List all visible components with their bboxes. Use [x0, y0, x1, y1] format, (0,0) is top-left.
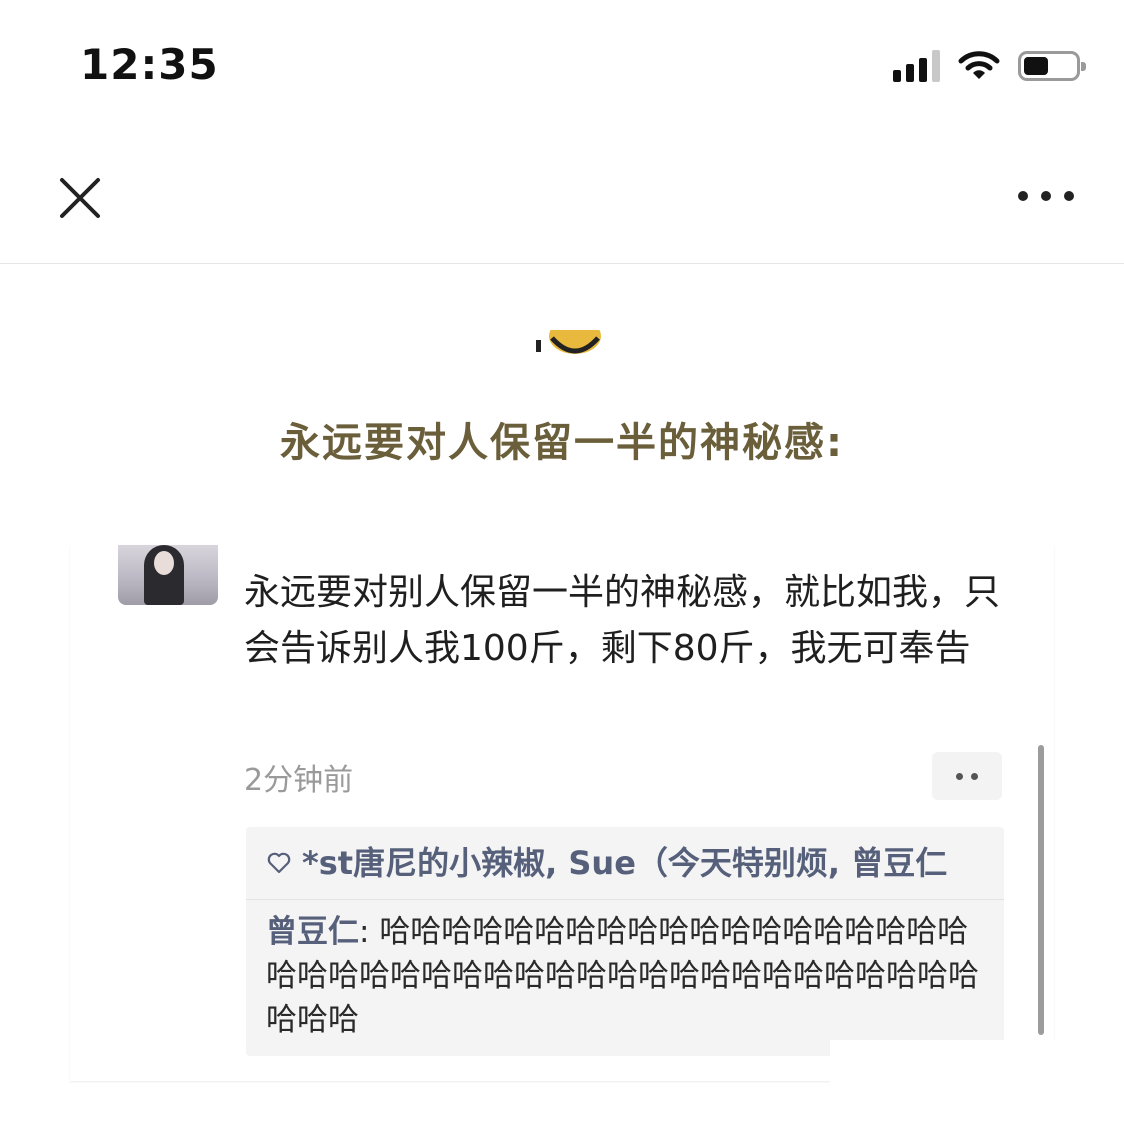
status-icons [893, 50, 1086, 82]
post-text: 永远要对别人保留一半的神秘感，就比如我，只会告诉别人我100斤，剩下80斤，我无… [244, 572, 1001, 669]
heart-icon [267, 852, 291, 874]
battery-icon [1018, 51, 1086, 81]
more-button[interactable] [1018, 178, 1074, 214]
likes-row: *st唐尼的小辣椒, Sue（今天特别烦, 曾豆仁 [246, 827, 1004, 900]
embedded-post-screenshot: 永远要对别人保留一半的神秘感，就比如我，只会告诉别人我100斤，剩下80斤，我无… [70, 545, 1054, 1081]
status-time: 12:35 [80, 40, 219, 89]
post-more-button[interactable] [932, 752, 1002, 800]
more-icon-dot [1064, 191, 1074, 201]
close-icon [60, 178, 100, 218]
close-button[interactable] [52, 170, 108, 226]
likes-and-comments: *st唐尼的小辣椒, Sue（今天特别烦, 曾豆仁 曾豆仁: 哈哈哈哈哈哈哈哈哈… [246, 827, 1004, 1056]
nav-bar [0, 130, 1124, 264]
emoji-fragment-image [530, 330, 610, 360]
status-bar: 12:35 [0, 0, 1124, 130]
more-icon-dot [1041, 191, 1051, 201]
comment-colon: : [359, 914, 380, 950]
image-edge-mask [830, 1040, 1124, 1135]
avatar [118, 545, 218, 605]
likes-names: *st唐尼的小辣椒, Sue（今天特别烦, 曾豆仁 [302, 844, 948, 882]
scrollbar[interactable] [1038, 745, 1044, 1035]
cellular-signal-icon [893, 50, 940, 82]
article-headline: 永远要对人保留一半的神秘感: [280, 420, 844, 466]
comment-row: 曾豆仁: 哈哈哈哈哈哈哈哈哈哈哈哈哈哈哈哈哈哈哈哈哈哈哈哈哈哈哈哈哈哈哈哈哈哈哈… [246, 900, 1004, 1056]
wifi-icon [958, 51, 1000, 79]
more-icon-dot [1018, 191, 1028, 201]
post-timestamp: 2分钟前 [244, 763, 354, 798]
comment-author: 曾豆仁 [266, 914, 359, 950]
